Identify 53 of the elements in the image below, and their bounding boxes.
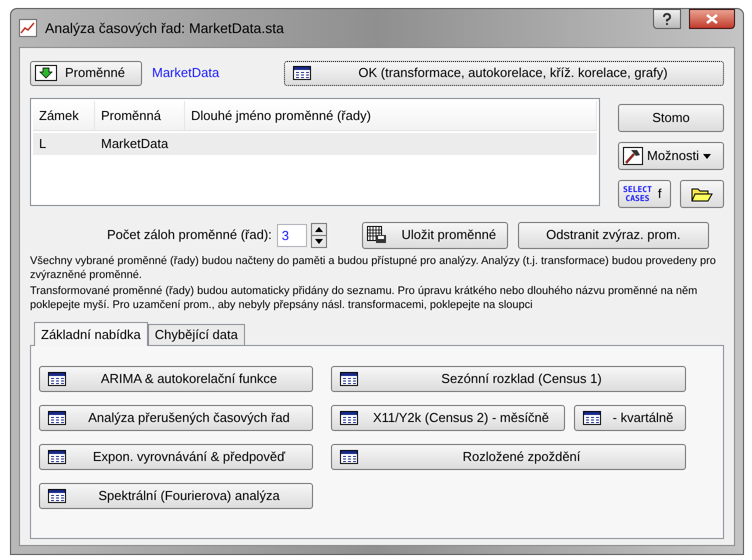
spreadsheet-icon xyxy=(293,66,311,80)
close-icon xyxy=(706,14,718,24)
spinner[interactable] xyxy=(310,222,327,248)
hammer-icon xyxy=(623,147,643,165)
analysis-button[interactable]: Spektrální (Fourierova) analýza xyxy=(39,483,313,509)
column-header[interactable]: Dlouhé jméno proměnné (řady) xyxy=(185,101,597,130)
table-cell-text: MarketData xyxy=(101,135,168,154)
cancel-button[interactable]: Stomo xyxy=(618,104,724,132)
tab[interactable]: Základní nabídka xyxy=(34,322,148,346)
analysis-button[interactable]: Expon. vyrovnávání & předpověď xyxy=(39,444,313,470)
chart-icon xyxy=(19,19,37,37)
info-paragraph: Všechny vybrané proměnné (řady) budou načteny do paměti a budou přístupné pro analýzy. Analýzy (t.j. transformace) budou provedeny pro zvýrazněné proměnné. xyxy=(30,255,717,282)
save-variables-button[interactable]: Uložit proměnné xyxy=(362,222,508,248)
down-arrow-icon xyxy=(312,234,326,246)
close-button[interactable] xyxy=(689,9,735,29)
analysis-button[interactable]: - kvartálně xyxy=(574,405,686,431)
ok-button[interactable]: OK (transformace, autokorelace, kříž. korelace, grafy) xyxy=(284,60,724,86)
spreadsheet-icon xyxy=(340,411,358,425)
spreadsheet-icon xyxy=(340,372,358,386)
analysis-button[interactable]: Analýza přerušených časových řad xyxy=(39,405,313,431)
select-cases-label: CASES xyxy=(624,194,650,203)
save-grid-icon xyxy=(366,226,387,244)
table-row[interactable]: L MarketData xyxy=(33,133,597,155)
filter-label: f xyxy=(658,185,662,204)
spreadsheet-icon xyxy=(48,411,66,425)
column-header[interactable]: Proměnná xyxy=(95,101,185,130)
dropdown-caret-icon xyxy=(703,154,712,158)
column-header[interactable]: Zámek xyxy=(33,101,95,130)
backups-field[interactable]: 3 xyxy=(276,224,307,246)
spreadsheet-icon xyxy=(583,411,601,425)
help-button[interactable] xyxy=(653,9,681,29)
analysis-button[interactable]: X11/Y2k (Census 2) - měsíčně xyxy=(331,405,565,431)
download-icon xyxy=(35,65,57,81)
spreadsheet-icon xyxy=(48,489,66,503)
backups-label: Počet záloh proměnné (řad): xyxy=(107,226,272,244)
info-paragraph: Transformované proměnné (řady) budou automaticky přidány do seznamu. Pro úpravu krátkého nebo dlouhého názvu proměnné na něm poklepejte myší. Pro uzamčení prom., aby nebyly přepsány násl. transformacemi, poklepejte na sloupci xyxy=(30,285,698,312)
options-button[interactable]: Možnosti xyxy=(618,142,724,170)
table-cell-text: L xyxy=(39,135,46,154)
analysis-button[interactable]: Sezónní rozklad (Census 1) xyxy=(331,366,686,392)
dataset-link[interactable]: MarketData xyxy=(152,63,220,83)
open-folder-button[interactable] xyxy=(680,180,724,208)
spreadsheet-icon xyxy=(48,450,66,464)
spreadsheet-icon xyxy=(48,372,66,386)
remove-highlighted-button[interactable]: Odstranit zvýraz. prom. xyxy=(518,222,709,248)
analysis-button[interactable]: Rozložené zpoždění xyxy=(331,444,686,470)
select-cases-label: SELECT xyxy=(623,185,652,194)
folder-icon xyxy=(691,186,713,202)
window-title: Analýza časových řad: MarketData.sta xyxy=(45,18,284,38)
help-icon xyxy=(662,13,672,25)
spreadsheet-icon xyxy=(340,450,358,464)
variables-button[interactable]: Proměnné xyxy=(30,60,142,86)
tab[interactable]: Chybějící data xyxy=(148,324,245,345)
analysis-button[interactable]: ARIMA & autokorelační funkce xyxy=(39,366,313,392)
